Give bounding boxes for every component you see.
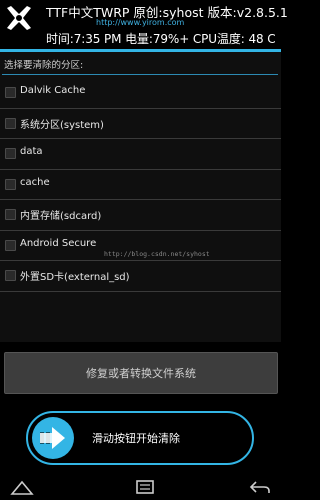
partition-label: 系统分区(system) xyxy=(20,119,104,131)
swipe-to-wipe-slider[interactable]: 滑动按钮开始清除 xyxy=(26,411,254,465)
checkbox[interactable] xyxy=(5,270,16,281)
partition-row-system[interactable]: 系统分区(system) xyxy=(0,109,281,139)
checkbox[interactable] xyxy=(5,178,16,190)
partition-label: cache xyxy=(20,176,50,188)
partition-row-sdcard[interactable]: 内置存储(sdcard) xyxy=(0,200,281,231)
checkbox[interactable] xyxy=(5,209,16,220)
menu-icon[interactable] xyxy=(133,478,157,496)
partition-row-data[interactable]: data xyxy=(0,139,281,170)
slider-label: 滑动按钮开始清除 xyxy=(92,432,180,445)
partition-label: 内置存储(sdcard) xyxy=(20,211,102,222)
partition-label: Android Secure xyxy=(20,237,97,249)
checkbox[interactable] xyxy=(5,87,16,98)
watermark: http://blog.csdn.net/syhost xyxy=(104,250,210,258)
partition-row-external-sd[interactable]: 外置SD卡(external_sd) xyxy=(0,261,281,292)
checkbox[interactable] xyxy=(5,148,16,159)
partition-row-cache[interactable]: cache xyxy=(0,170,281,200)
header: TTF中文TWRP 原创:syhost 版本:v2.8.5.1 http://w… xyxy=(0,0,288,48)
status-line: 时间:7:35 PM 电量:79%+ CPU温度: 48 C xyxy=(46,32,276,46)
header-url: http://www.yirom.com xyxy=(96,18,185,27)
chevron-right-icon xyxy=(40,427,65,449)
checkbox[interactable] xyxy=(5,117,16,129)
home-icon[interactable] xyxy=(10,478,34,496)
section-label: 选择要清除的分区: xyxy=(4,60,84,71)
partition-label: data xyxy=(20,146,43,157)
partition-list: Dalvik Cache 系统分区(system) data cache 内置存… xyxy=(0,78,281,292)
repair-filesystem-label: 修复或者转换文件系统 xyxy=(86,367,196,380)
repair-filesystem-button[interactable]: 修复或者转换文件系统 xyxy=(4,352,278,394)
slider-handle[interactable] xyxy=(32,417,74,459)
partition-row-dalvik[interactable]: Dalvik Cache xyxy=(0,78,281,109)
back-icon[interactable] xyxy=(248,478,272,496)
nav-bar xyxy=(0,474,281,500)
partition-label: Dalvik Cache xyxy=(20,85,86,96)
section-divider xyxy=(2,74,278,75)
partition-label: 外置SD卡(external_sd) xyxy=(20,272,130,283)
checkbox[interactable] xyxy=(5,239,16,251)
ttf-twrp-logo-icon xyxy=(7,6,31,30)
